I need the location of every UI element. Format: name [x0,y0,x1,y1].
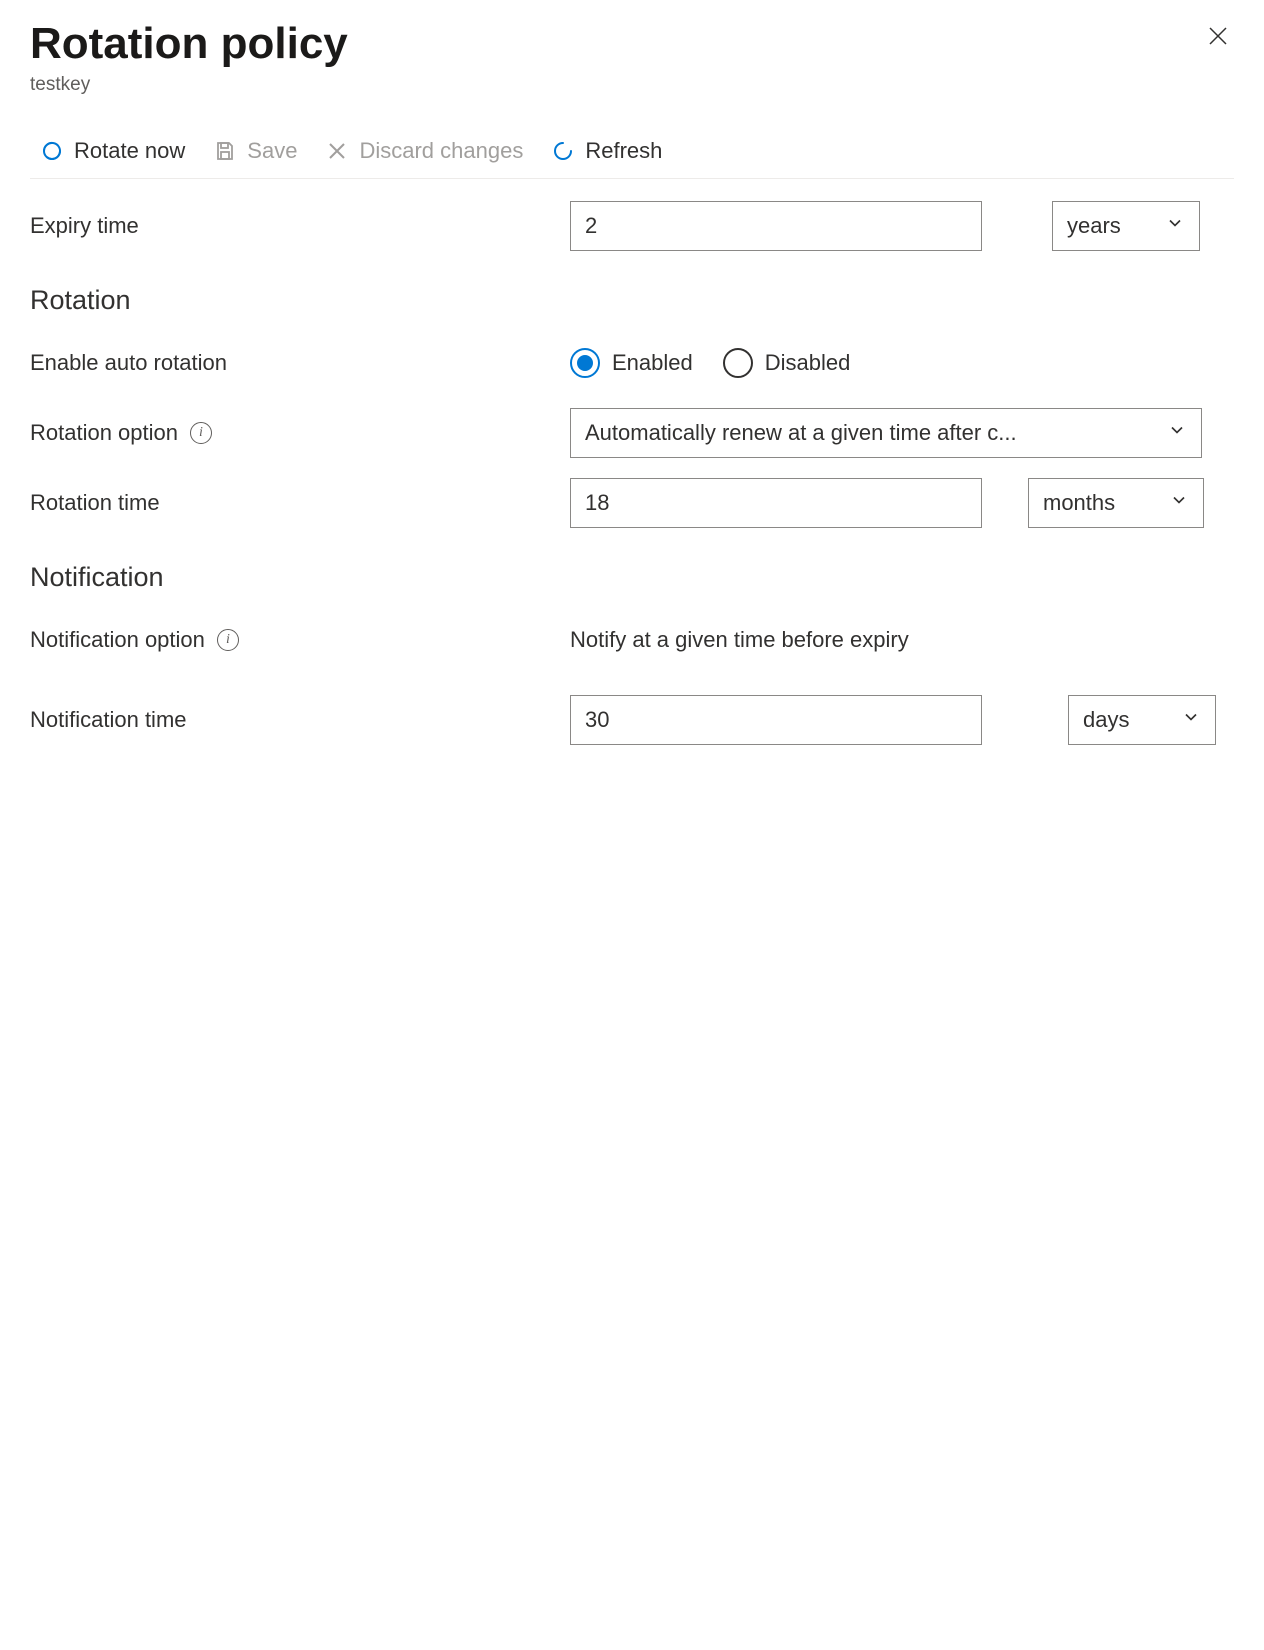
notification-option-label: Notification option i [30,627,570,653]
radio-circle-icon [570,348,600,378]
expiry-unit-dropdown[interactable]: years [1052,201,1200,251]
close-button[interactable] [1202,20,1234,57]
save-icon [213,139,237,163]
chevron-down-icon [1167,420,1187,446]
refresh-button[interactable]: Refresh [551,138,662,164]
chevron-down-icon [1181,707,1201,733]
rotate-now-label: Rotate now [74,138,185,164]
chevron-down-icon [1169,490,1189,516]
auto-rotation-radio-group: Enabled Disabled [570,348,850,378]
page-subtitle: testkey [30,74,348,96]
discard-button: Discard changes [325,138,523,164]
notification-time-label: Notification time [30,707,570,733]
notification-time-unit-value: days [1083,707,1181,733]
rotation-option-value: Automatically renew at a given time afte… [585,420,1167,446]
page-title: Rotation policy [30,20,348,68]
info-icon[interactable]: i [217,629,239,651]
expiry-time-input[interactable] [570,201,982,251]
expiry-unit-value: years [1067,213,1165,239]
rotation-time-label: Rotation time [30,490,570,516]
enable-auto-rotation-label: Enable auto rotation [30,350,570,376]
notification-time-input[interactable] [570,695,982,745]
rotation-heading: Rotation [30,285,1234,316]
notification-option-value: Notify at a given time before expiry [570,627,909,653]
radio-enabled-label: Enabled [612,350,693,376]
rotation-time-input[interactable] [570,478,982,528]
toolbar: Rotate now Save Discard changes [30,126,1234,179]
rotation-time-unit-value: months [1043,490,1169,516]
radio-disabled[interactable]: Disabled [723,348,851,378]
radio-enabled[interactable]: Enabled [570,348,693,378]
discard-label: Discard changes [359,138,523,164]
close-icon [1206,35,1230,52]
notification-heading: Notification [30,562,1234,593]
rotation-option-dropdown[interactable]: Automatically renew at a given time afte… [570,408,1202,458]
notification-time-unit-dropdown[interactable]: days [1068,695,1216,745]
refresh-label: Refresh [585,138,662,164]
chevron-down-icon [1165,213,1185,239]
rotate-now-button[interactable]: Rotate now [40,138,185,164]
save-button: Save [213,138,297,164]
info-icon[interactable]: i [190,422,212,444]
save-label: Save [247,138,297,164]
rotate-icon [40,139,64,163]
expiry-time-label: Expiry time [30,213,570,239]
radio-disabled-label: Disabled [765,350,851,376]
rotation-time-unit-dropdown[interactable]: months [1028,478,1204,528]
discard-icon [325,139,349,163]
radio-circle-icon [723,348,753,378]
rotation-option-label: Rotation option i [30,420,570,446]
refresh-icon [551,139,575,163]
